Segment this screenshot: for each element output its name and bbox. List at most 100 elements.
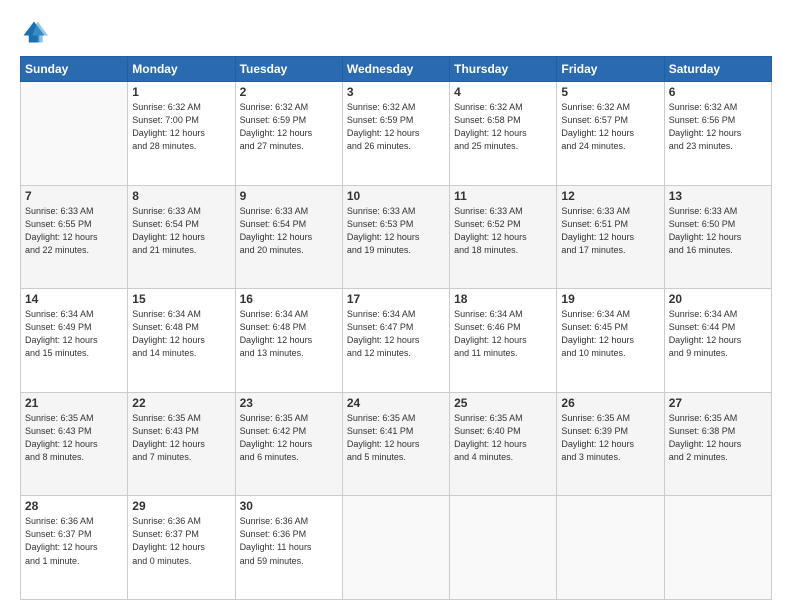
- calendar-cell: 8 Sunrise: 6:33 AM Sunset: 6:54 PM Daylig…: [128, 185, 235, 289]
- day-info: Sunrise: 6:34 AM Sunset: 6:47 PM Dayligh…: [347, 308, 445, 360]
- calendar-cell: [450, 496, 557, 600]
- day-info: Sunrise: 6:35 AM Sunset: 6:42 PM Dayligh…: [240, 412, 338, 464]
- calendar-cell: 28 Sunrise: 6:36 AM Sunset: 6:37 PM Dayli…: [21, 496, 128, 600]
- day-number: 12: [561, 189, 659, 203]
- calendar-cell: [342, 496, 449, 600]
- calendar-cell: 20 Sunrise: 6:34 AM Sunset: 6:44 PM Dayli…: [664, 289, 771, 393]
- calendar-cell: 22 Sunrise: 6:35 AM Sunset: 6:43 PM Dayli…: [128, 392, 235, 496]
- calendar-cell: 15 Sunrise: 6:34 AM Sunset: 6:48 PM Dayli…: [128, 289, 235, 393]
- day-number: 28: [25, 499, 123, 513]
- day-info: Sunrise: 6:34 AM Sunset: 6:49 PM Dayligh…: [25, 308, 123, 360]
- day-info: Sunrise: 6:33 AM Sunset: 6:53 PM Dayligh…: [347, 205, 445, 257]
- calendar-week-row: 1 Sunrise: 6:32 AM Sunset: 7:00 PM Daylig…: [21, 82, 772, 186]
- day-info: Sunrise: 6:32 AM Sunset: 6:59 PM Dayligh…: [347, 101, 445, 153]
- day-number: 15: [132, 292, 230, 306]
- day-number: 10: [347, 189, 445, 203]
- day-info: Sunrise: 6:36 AM Sunset: 6:37 PM Dayligh…: [25, 515, 123, 567]
- calendar-cell: 14 Sunrise: 6:34 AM Sunset: 6:49 PM Dayli…: [21, 289, 128, 393]
- calendar-cell: 30 Sunrise: 6:36 AM Sunset: 6:36 PM Dayli…: [235, 496, 342, 600]
- calendar-cell: 27 Sunrise: 6:35 AM Sunset: 6:38 PM Dayli…: [664, 392, 771, 496]
- day-number: 30: [240, 499, 338, 513]
- day-info: Sunrise: 6:35 AM Sunset: 6:38 PM Dayligh…: [669, 412, 767, 464]
- calendar-cell: 26 Sunrise: 6:35 AM Sunset: 6:39 PM Dayli…: [557, 392, 664, 496]
- day-number: 25: [454, 396, 552, 410]
- day-info: Sunrise: 6:33 AM Sunset: 6:51 PM Dayligh…: [561, 205, 659, 257]
- day-info: Sunrise: 6:32 AM Sunset: 7:00 PM Dayligh…: [132, 101, 230, 153]
- day-info: Sunrise: 6:33 AM Sunset: 6:54 PM Dayligh…: [240, 205, 338, 257]
- calendar-cell: 21Sunrise: 6:35 AM Sunset: 6:43 PM Dayli…: [21, 392, 128, 496]
- day-number: 1: [132, 85, 230, 99]
- calendar-cell: 2 Sunrise: 6:32 AM Sunset: 6:59 PM Daylig…: [235, 82, 342, 186]
- weekday-header-wednesday: Wednesday: [342, 57, 449, 82]
- day-number: 22: [132, 396, 230, 410]
- calendar-week-row: 7 Sunrise: 6:33 AM Sunset: 6:55 PM Daylig…: [21, 185, 772, 289]
- calendar-cell: 12 Sunrise: 6:33 AM Sunset: 6:51 PM Dayli…: [557, 185, 664, 289]
- day-info: Sunrise: 6:33 AM Sunset: 6:50 PM Dayligh…: [669, 205, 767, 257]
- calendar-cell: 18 Sunrise: 6:34 AM Sunset: 6:46 PM Dayli…: [450, 289, 557, 393]
- day-info: Sunrise: 6:36 AM Sunset: 6:36 PM Dayligh…: [240, 515, 338, 567]
- day-info: Sunrise: 6:33 AM Sunset: 6:54 PM Dayligh…: [132, 205, 230, 257]
- day-number: 27: [669, 396, 767, 410]
- calendar-cell: 10 Sunrise: 6:33 AM Sunset: 6:53 PM Dayli…: [342, 185, 449, 289]
- day-number: 2: [240, 85, 338, 99]
- weekday-header-tuesday: Tuesday: [235, 57, 342, 82]
- calendar-cell: 7 Sunrise: 6:33 AM Sunset: 6:55 PM Daylig…: [21, 185, 128, 289]
- weekday-header-friday: Friday: [557, 57, 664, 82]
- day-number: 7: [25, 189, 123, 203]
- day-info: Sunrise: 6:34 AM Sunset: 6:48 PM Dayligh…: [240, 308, 338, 360]
- calendar-cell: 1 Sunrise: 6:32 AM Sunset: 7:00 PM Daylig…: [128, 82, 235, 186]
- day-number: 20: [669, 292, 767, 306]
- calendar-cell: 17 Sunrise: 6:34 AM Sunset: 6:47 PM Dayli…: [342, 289, 449, 393]
- weekday-header-row: SundayMondayTuesdayWednesdayThursdayFrid…: [21, 57, 772, 82]
- day-info: Sunrise: 6:35 AM Sunset: 6:43 PM Dayligh…: [132, 412, 230, 464]
- calendar-cell: 24 Sunrise: 6:35 AM Sunset: 6:41 PM Dayli…: [342, 392, 449, 496]
- day-number: 19: [561, 292, 659, 306]
- day-info: Sunrise: 6:35 AM Sunset: 6:40 PM Dayligh…: [454, 412, 552, 464]
- day-info: Sunrise: 6:36 AM Sunset: 6:37 PM Dayligh…: [132, 515, 230, 567]
- day-number: 29: [132, 499, 230, 513]
- calendar-cell: [664, 496, 771, 600]
- day-number: 18: [454, 292, 552, 306]
- day-info: Sunrise: 6:35 AM Sunset: 6:43 PM Dayligh…: [25, 412, 123, 464]
- day-info: Sunrise: 6:33 AM Sunset: 6:55 PM Dayligh…: [25, 205, 123, 257]
- day-info: Sunrise: 6:32 AM Sunset: 6:56 PM Dayligh…: [669, 101, 767, 153]
- day-number: 23: [240, 396, 338, 410]
- calendar-cell: 3 Sunrise: 6:32 AM Sunset: 6:59 PM Daylig…: [342, 82, 449, 186]
- day-info: Sunrise: 6:35 AM Sunset: 6:41 PM Dayligh…: [347, 412, 445, 464]
- calendar-week-row: 14 Sunrise: 6:34 AM Sunset: 6:49 PM Dayli…: [21, 289, 772, 393]
- day-number: 26: [561, 396, 659, 410]
- calendar-cell: 25 Sunrise: 6:35 AM Sunset: 6:40 PM Dayli…: [450, 392, 557, 496]
- day-info: Sunrise: 6:34 AM Sunset: 6:48 PM Dayligh…: [132, 308, 230, 360]
- header: [20, 18, 772, 46]
- day-info: Sunrise: 6:33 AM Sunset: 6:52 PM Dayligh…: [454, 205, 552, 257]
- calendar-cell: 6Sunrise: 6:32 AM Sunset: 6:56 PM Daylig…: [664, 82, 771, 186]
- day-info: Sunrise: 6:35 AM Sunset: 6:39 PM Dayligh…: [561, 412, 659, 464]
- weekday-header-saturday: Saturday: [664, 57, 771, 82]
- day-info: Sunrise: 6:34 AM Sunset: 6:44 PM Dayligh…: [669, 308, 767, 360]
- day-number: 16: [240, 292, 338, 306]
- page: SundayMondayTuesdayWednesdayThursdayFrid…: [0, 0, 792, 612]
- day-number: 3: [347, 85, 445, 99]
- calendar-cell: 4Sunrise: 6:32 AM Sunset: 6:58 PM Daylig…: [450, 82, 557, 186]
- day-number: 17: [347, 292, 445, 306]
- day-number: 9: [240, 189, 338, 203]
- calendar-week-row: 21Sunrise: 6:35 AM Sunset: 6:43 PM Dayli…: [21, 392, 772, 496]
- calendar-cell: [557, 496, 664, 600]
- calendar-cell: 11 Sunrise: 6:33 AM Sunset: 6:52 PM Dayli…: [450, 185, 557, 289]
- day-info: Sunrise: 6:34 AM Sunset: 6:45 PM Dayligh…: [561, 308, 659, 360]
- day-number: 24: [347, 396, 445, 410]
- day-number: 5: [561, 85, 659, 99]
- day-info: Sunrise: 6:32 AM Sunset: 6:59 PM Dayligh…: [240, 101, 338, 153]
- logo: [20, 18, 52, 46]
- weekday-header-thursday: Thursday: [450, 57, 557, 82]
- calendar-cell: 13Sunrise: 6:33 AM Sunset: 6:50 PM Dayli…: [664, 185, 771, 289]
- day-number: 11: [454, 189, 552, 203]
- calendar-cell: 9 Sunrise: 6:33 AM Sunset: 6:54 PM Daylig…: [235, 185, 342, 289]
- day-number: 14: [25, 292, 123, 306]
- day-info: Sunrise: 6:34 AM Sunset: 6:46 PM Dayligh…: [454, 308, 552, 360]
- calendar-cell: 5Sunrise: 6:32 AM Sunset: 6:57 PM Daylig…: [557, 82, 664, 186]
- day-number: 8: [132, 189, 230, 203]
- day-info: Sunrise: 6:32 AM Sunset: 6:58 PM Dayligh…: [454, 101, 552, 153]
- calendar-table: SundayMondayTuesdayWednesdayThursdayFrid…: [20, 56, 772, 600]
- calendar-cell: [21, 82, 128, 186]
